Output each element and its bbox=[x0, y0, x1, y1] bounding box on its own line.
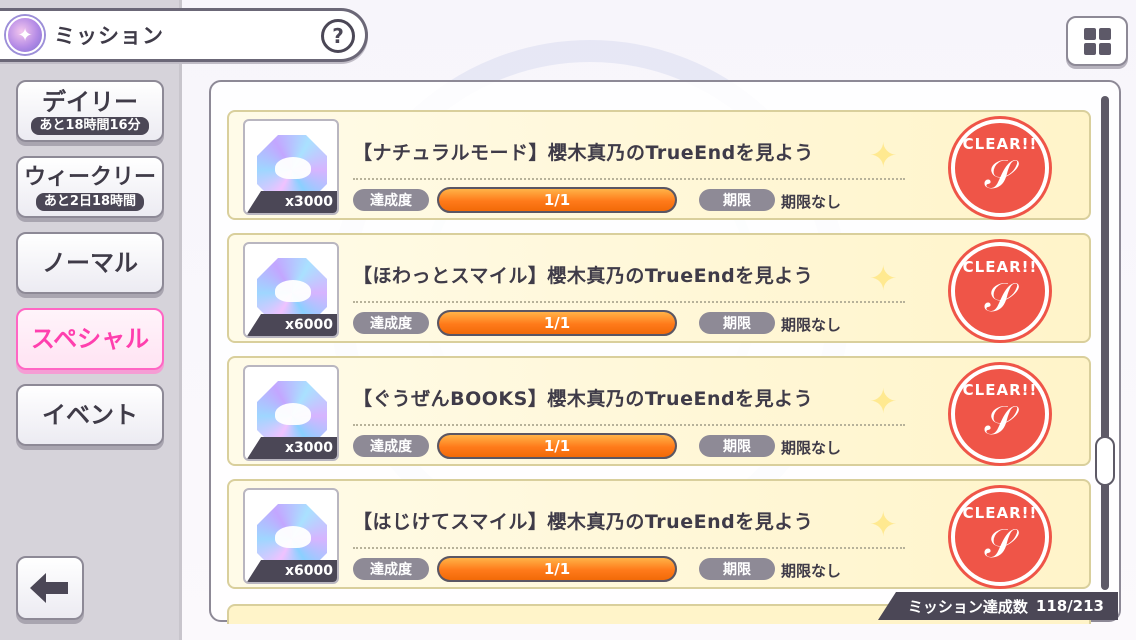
limit-value: 期限なし bbox=[781, 439, 842, 457]
sparkle-icon: ✦ bbox=[869, 382, 898, 422]
tab-label: イベント bbox=[42, 401, 138, 429]
stamp-text: CLEAR!! bbox=[962, 381, 1038, 399]
back-button[interactable] bbox=[16, 556, 84, 620]
limit-label: 期限 bbox=[699, 558, 775, 580]
reward-item: x6000 bbox=[243, 488, 339, 584]
reward-quantity: x6000 bbox=[247, 560, 337, 582]
limit-label: 期限 bbox=[699, 189, 775, 211]
reward-item: x3000 bbox=[243, 365, 339, 461]
help-button[interactable]: ? bbox=[321, 19, 355, 53]
header-plate: ✦ ミッション ? bbox=[0, 8, 368, 62]
tab-daily[interactable]: デイリー あと18時間16分 bbox=[16, 80, 164, 142]
clear-stamp: CLEAR!! 𝒮 bbox=[951, 242, 1049, 340]
progress-label: 達成度 bbox=[353, 312, 429, 334]
progress-text: 1/1 bbox=[543, 314, 571, 332]
stamp-text: CLEAR!! bbox=[962, 504, 1038, 522]
reward-quantity: x6000 bbox=[247, 314, 337, 336]
mission-icon: ✦ bbox=[6, 16, 44, 54]
reward-quantity: x3000 bbox=[247, 437, 337, 459]
reward-item: x3000 bbox=[243, 119, 339, 215]
progress-bar: 1/1 bbox=[437, 556, 677, 582]
sparkle-icon: ✦ bbox=[869, 505, 898, 545]
progress-bar: 1/1 bbox=[437, 187, 677, 213]
tab-label: ウィークリー bbox=[23, 164, 156, 190]
stamp-text: CLEAR!! bbox=[962, 258, 1038, 276]
tab-special[interactable]: スペシャル bbox=[16, 308, 164, 370]
limit-value: 期限なし bbox=[781, 193, 842, 211]
limit-value: 期限なし bbox=[781, 316, 842, 334]
progress-label: 達成度 bbox=[353, 189, 429, 211]
tab-remaining-time: あと18時間16分 bbox=[31, 116, 149, 135]
tab-normal[interactable]: ノーマル bbox=[16, 232, 164, 294]
progress-label: 達成度 bbox=[353, 558, 429, 580]
swan-icon: 𝒮 bbox=[984, 521, 1016, 567]
reward-item: x6000 bbox=[243, 242, 339, 338]
tab-weekly[interactable]: ウィークリー あと2日18時間 bbox=[16, 156, 164, 218]
menu-button[interactable] bbox=[1066, 16, 1128, 66]
wing-emblem-icon bbox=[275, 526, 311, 548]
divider bbox=[353, 547, 905, 549]
progress-bar: 1/1 bbox=[437, 433, 677, 459]
mission-card[interactable]: x3000 【ナチュラルモード】櫻木真乃のTrueEndを見よう 達成度 1/1… bbox=[227, 110, 1091, 220]
counter-value: 118/213 bbox=[1035, 597, 1104, 615]
limit-value: 期限なし bbox=[781, 562, 842, 580]
scrollbar-thumb[interactable] bbox=[1095, 436, 1115, 486]
divider bbox=[353, 178, 905, 180]
mission-card[interactable]: x6000 【ほわっとスマイル】櫻木真乃のTrueEndを見よう 達成度 1/1… bbox=[227, 233, 1091, 343]
progress-text: 1/1 bbox=[543, 437, 571, 455]
swan-icon: 𝒮 bbox=[984, 152, 1016, 198]
mission-title: 【ナチュラルモード】櫻木真乃のTrueEndを見よう bbox=[353, 142, 814, 164]
tab-label: スペシャル bbox=[30, 325, 150, 353]
mission-counter: ミッション達成数 118/213 bbox=[878, 592, 1118, 620]
tab-remaining-time: あと2日18時間 bbox=[35, 192, 145, 211]
sparkle-icon: ✦ bbox=[869, 259, 898, 299]
divider bbox=[353, 301, 905, 303]
divider bbox=[353, 424, 905, 426]
progress-label: 達成度 bbox=[353, 435, 429, 457]
clear-stamp: CLEAR!! 𝒮 bbox=[951, 365, 1049, 463]
mission-card[interactable]: x3000 【ぐうぜんBOOKS】櫻木真乃のTrueEndを見よう 達成度 1/… bbox=[227, 356, 1091, 466]
wing-emblem-icon bbox=[275, 403, 311, 425]
clear-stamp: CLEAR!! 𝒮 bbox=[951, 119, 1049, 217]
tab-label: デイリー bbox=[42, 87, 138, 116]
scrollbar-track[interactable] bbox=[1101, 96, 1109, 590]
mission-title: 【ぐうぜんBOOKS】櫻木真乃のTrueEndを見よう bbox=[353, 388, 814, 410]
clear-stamp: CLEAR!! 𝒮 bbox=[951, 488, 1049, 586]
reward-quantity: x3000 bbox=[247, 191, 337, 213]
page-title: ミッション bbox=[54, 24, 164, 48]
grid-icon bbox=[1083, 27, 1111, 55]
question-icon: ? bbox=[332, 24, 344, 48]
limit-label: 期限 bbox=[699, 435, 775, 457]
tab-event[interactable]: イベント bbox=[16, 384, 164, 446]
swan-icon: 𝒮 bbox=[984, 398, 1016, 444]
counter-label: ミッション達成数 bbox=[907, 597, 1028, 616]
stamp-text: CLEAR!! bbox=[962, 135, 1038, 153]
mission-title: 【ほわっとスマイル】櫻木真乃のTrueEndを見よう bbox=[353, 265, 814, 287]
sparkle-icon: ✦ bbox=[869, 136, 898, 176]
tab-label: ノーマル bbox=[42, 249, 138, 277]
progress-text: 1/1 bbox=[543, 560, 571, 578]
limit-label: 期限 bbox=[699, 312, 775, 334]
wing-emblem-icon bbox=[275, 157, 311, 179]
progress-bar: 1/1 bbox=[437, 310, 677, 336]
swan-icon: 𝒮 bbox=[984, 275, 1016, 321]
mission-title: 【はじけてスマイル】櫻木真乃のTrueEndを見よう bbox=[353, 511, 814, 533]
mission-card[interactable]: x6000 【はじけてスマイル】櫻木真乃のTrueEndを見よう 達成度 1/1… bbox=[227, 479, 1091, 589]
wing-emblem-icon bbox=[275, 280, 311, 302]
progress-text: 1/1 bbox=[543, 191, 571, 209]
back-arrow-icon bbox=[30, 573, 68, 603]
